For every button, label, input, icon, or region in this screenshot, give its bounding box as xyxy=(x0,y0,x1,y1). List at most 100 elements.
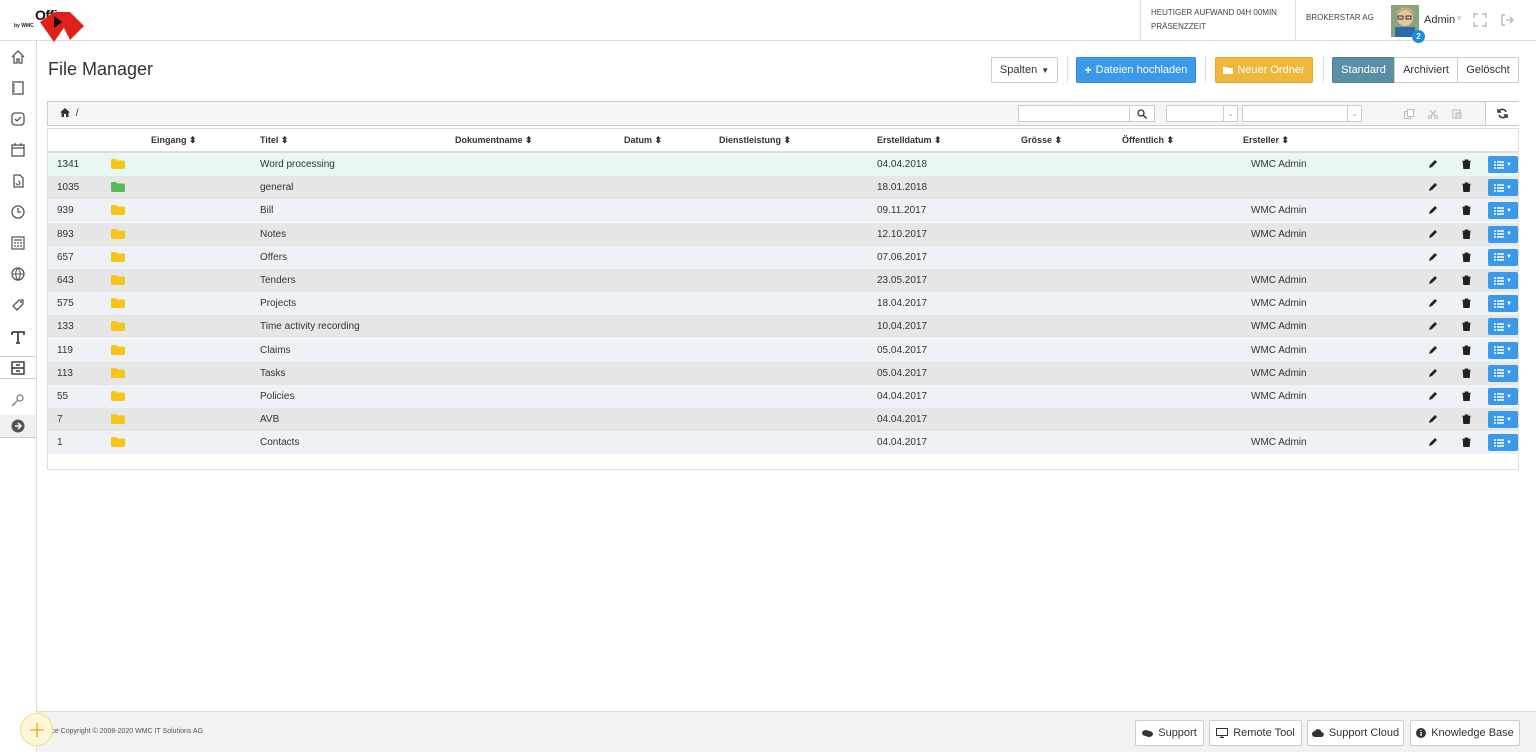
col-erstelldatum[interactable]: Erstelldatum ⬍ xyxy=(877,135,942,146)
copy-button[interactable] xyxy=(1398,105,1420,122)
table-row[interactable]: 1 Contacts 04.04.2017 WMC Admin ▼ xyxy=(48,431,1518,455)
pencil-icon[interactable] xyxy=(1428,391,1438,401)
trash-icon[interactable] xyxy=(1462,368,1471,378)
col-oeffentlich[interactable]: Öffentlich ⬍ xyxy=(1122,135,1174,146)
pencil-icon[interactable] xyxy=(1428,437,1438,447)
table-row[interactable]: 1341 Word processing 04.04.2018 WMC Admin ▼ xyxy=(48,153,1518,176)
table-row[interactable]: 893 Notes 12.10.2017 WMC Admin ▼ xyxy=(48,222,1518,246)
row-title[interactable]: Offers xyxy=(260,252,287,263)
paste-button[interactable] xyxy=(1446,105,1468,122)
effort-display[interactable]: HEUTIGER AUFWAND 04H 00MIN PRÄSENZZEIT xyxy=(1140,0,1295,41)
row-actions-button[interactable]: ▼ xyxy=(1488,364,1518,382)
sidebar-item-keys[interactable] xyxy=(0,388,36,411)
fullscreen-icon[interactable] xyxy=(1473,13,1487,27)
sidebar-expand[interactable] xyxy=(0,415,36,438)
trash-icon[interactable] xyxy=(1462,229,1471,239)
trash-icon[interactable] xyxy=(1462,414,1471,425)
logout-icon[interactable] xyxy=(1500,13,1514,27)
support-button[interactable]: Support xyxy=(1135,720,1204,746)
refresh-button[interactable] xyxy=(1485,102,1519,125)
pencil-icon[interactable] xyxy=(1428,275,1438,285)
row-title[interactable]: Time activity recording xyxy=(260,321,360,332)
table-row[interactable]: 643 Tenders 23.05.2017 WMC Admin ▼ xyxy=(48,269,1518,292)
row-title[interactable]: Projects xyxy=(260,298,296,309)
row-title[interactable]: Tenders xyxy=(260,275,296,286)
table-row[interactable]: 7 AVB 04.04.2017 ▼ xyxy=(48,408,1518,432)
folder-icon[interactable] xyxy=(111,159,125,169)
row-actions-button[interactable]: ▼ xyxy=(1488,156,1518,173)
row-actions-button[interactable]: ▼ xyxy=(1488,225,1518,243)
pencil-icon[interactable] xyxy=(1428,159,1438,169)
folder-icon[interactable] xyxy=(111,437,125,448)
col-titel[interactable]: Titel ⬍ xyxy=(260,135,288,146)
folder-icon[interactable] xyxy=(111,275,125,285)
row-title[interactable]: AVB xyxy=(260,414,279,425)
row-actions-button[interactable]: ▼ xyxy=(1488,434,1518,452)
filter-select-1[interactable]: ⌄ xyxy=(1166,105,1238,122)
folder-icon[interactable] xyxy=(111,321,125,332)
sidebar-item-texts[interactable] xyxy=(0,325,36,348)
trash-icon[interactable] xyxy=(1462,345,1471,355)
table-row[interactable]: 939 Bill 09.11.2017 WMC Admin ▼ xyxy=(48,199,1518,223)
sidebar-item-notebook[interactable] xyxy=(0,76,36,99)
folder-icon[interactable] xyxy=(111,298,125,309)
row-actions-button[interactable]: ▼ xyxy=(1488,272,1518,289)
row-actions-button[interactable]: ▼ xyxy=(1488,202,1518,220)
row-title[interactable]: general xyxy=(260,182,293,193)
trash-icon[interactable] xyxy=(1462,182,1471,193)
folder-icon[interactable] xyxy=(111,367,125,378)
pencil-icon[interactable] xyxy=(1428,298,1438,308)
sidebar-item-accounting[interactable] xyxy=(0,231,36,254)
col-dokumentname[interactable]: Dokumentname ⬍ xyxy=(455,135,533,146)
row-actions-button[interactable]: ▼ xyxy=(1488,248,1518,266)
row-title[interactable]: Word processing xyxy=(260,159,335,170)
table-row[interactable]: 119 Claims 05.04.2017 WMC Admin ▼ xyxy=(48,338,1518,362)
pencil-icon[interactable] xyxy=(1428,368,1438,378)
row-actions-button[interactable]: ▼ xyxy=(1488,341,1518,359)
row-title[interactable]: Claims xyxy=(260,345,291,356)
folder-icon[interactable] xyxy=(111,182,125,193)
search-input[interactable] xyxy=(1018,105,1130,122)
trash-icon[interactable] xyxy=(1462,437,1471,448)
avatar[interactable]: 2 xyxy=(1391,5,1425,43)
quick-add-button[interactable] xyxy=(20,713,53,746)
folder-icon[interactable] xyxy=(111,228,125,239)
chevron-down-icon[interactable]: ▾ xyxy=(1457,13,1462,24)
sidebar-item-tasks[interactable] xyxy=(0,107,36,130)
row-title[interactable]: Notes xyxy=(260,229,286,240)
sidebar-item-web[interactable] xyxy=(0,262,36,285)
sidebar-item-documents[interactable] xyxy=(0,169,36,192)
row-title[interactable]: Bill xyxy=(260,205,273,216)
trash-icon[interactable] xyxy=(1462,275,1471,285)
trash-icon[interactable] xyxy=(1462,159,1471,169)
folder-icon[interactable] xyxy=(111,391,125,401)
sidebar-item-home[interactable] xyxy=(0,45,36,68)
trash-icon[interactable] xyxy=(1462,391,1471,401)
company-name[interactable]: BROKERSTAR AG xyxy=(1295,0,1387,41)
col-datum[interactable]: Datum ⬍ xyxy=(624,135,662,146)
tab-archived[interactable]: Archiviert xyxy=(1394,57,1458,83)
sidebar-item-tags[interactable] xyxy=(0,293,36,316)
trash-icon[interactable] xyxy=(1462,252,1471,262)
table-row[interactable]: 657 Offers 07.06.2017 ▼ xyxy=(48,245,1518,269)
support-cloud-button[interactable]: Support Cloud xyxy=(1307,720,1404,746)
tab-deleted[interactable]: Gelöscht xyxy=(1457,57,1519,83)
pencil-icon[interactable] xyxy=(1428,321,1438,331)
remote-tool-button[interactable]: Remote Tool xyxy=(1209,720,1302,746)
pencil-icon[interactable] xyxy=(1428,252,1438,262)
knowledge-base-button[interactable]: Knowledge Base xyxy=(1410,720,1520,746)
row-title[interactable]: Policies xyxy=(260,391,294,402)
sidebar-item-calendar[interactable] xyxy=(0,138,36,161)
row-actions-button[interactable]: ▼ xyxy=(1488,318,1518,336)
table-row[interactable]: 113 Tasks 05.04.2017 WMC Admin ▼ xyxy=(48,361,1518,385)
filter-select-2[interactable]: ⌄ xyxy=(1242,105,1362,122)
folder-icon[interactable] xyxy=(111,251,125,262)
table-row[interactable]: 55 Policies 04.04.2017 WMC Admin ▼ xyxy=(48,385,1518,408)
trash-icon[interactable] xyxy=(1462,298,1471,309)
col-groesse[interactable]: Grösse ⬍ xyxy=(1021,135,1062,146)
pencil-icon[interactable] xyxy=(1428,229,1438,239)
folder-icon[interactable] xyxy=(111,344,125,355)
search-button[interactable] xyxy=(1129,105,1155,122)
user-menu-label[interactable]: Admin xyxy=(1424,14,1455,26)
pencil-icon[interactable] xyxy=(1428,182,1438,192)
